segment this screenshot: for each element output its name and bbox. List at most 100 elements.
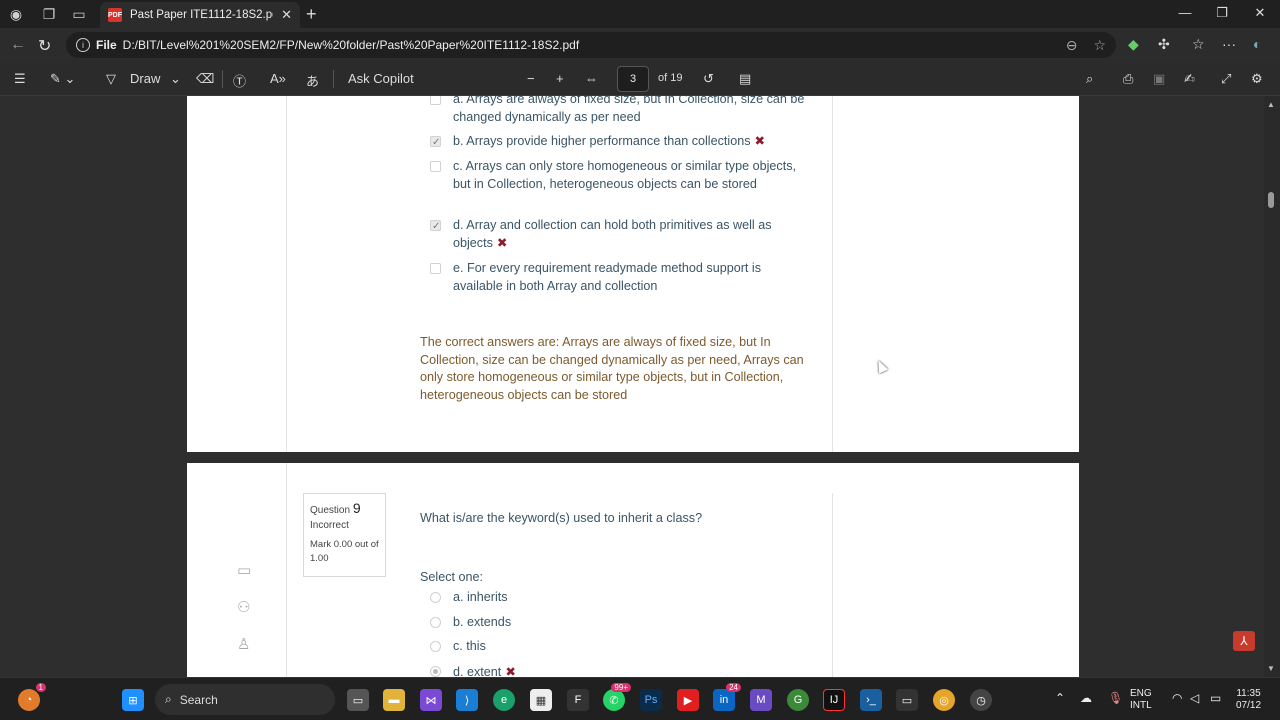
address-bar[interactable]: i File D:/BIT/Level%201%20SEM2/FP/New%20…: [66, 32, 1116, 58]
taskbar-search[interactable]: ⌕ Search: [155, 684, 335, 715]
scroll-thumb[interactable]: [1268, 192, 1274, 208]
checkbox[interactable]: [430, 161, 441, 172]
radio[interactable]: [430, 617, 441, 628]
page-number-input[interactable]: 3: [617, 66, 649, 92]
contents-icon[interactable]: ☰: [14, 71, 26, 87]
q9-option-c[interactable]: c. this: [430, 639, 486, 653]
copilot-icon[interactable]: ◐: [1253, 36, 1261, 52]
photoshop-icon[interactable]: Ps: [640, 689, 662, 711]
youtube-icon[interactable]: ▶: [677, 689, 699, 711]
maximize-button[interactable]: ❐: [1207, 5, 1237, 21]
wifi-icon[interactable]: ◠: [1172, 692, 1182, 704]
q8-option-a[interactable]: a. Arrays are always of fixed size, but …: [430, 96, 810, 126]
linkedin-icon[interactable]: in 24: [713, 683, 741, 711]
close-tab-icon[interactable]: ✕: [281, 7, 292, 23]
clock-app-icon[interactable]: ◷: [970, 689, 992, 711]
file-explorer-icon[interactable]: ▬: [383, 689, 405, 711]
checkbox[interactable]: [430, 134, 441, 152]
checkbox[interactable]: [430, 218, 441, 236]
search-icon[interactable]: ⌕: [1086, 71, 1093, 87]
scroll-up-arrow[interactable]: ▲: [1267, 100, 1275, 109]
profile-icon[interactable]: ◉: [5, 4, 27, 24]
info-icon[interactable]: i: [76, 38, 90, 52]
visual-studio-icon[interactable]: ⋈: [420, 689, 442, 711]
zoom-icon[interactable]: ⊖: [1066, 37, 1078, 54]
start-icon[interactable]: ⊞: [122, 689, 144, 711]
favorites-icon[interactable]: ☆: [1192, 36, 1205, 53]
vscode-icon[interactable]: ⟩: [456, 689, 478, 711]
workspaces-icon[interactable]: ❐: [38, 4, 60, 24]
save-as-icon[interactable]: ✍: [1184, 71, 1195, 87]
incorrect-icon: ✖: [496, 235, 508, 250]
read-aloud-icon[interactable]: A»: [270, 71, 286, 86]
acrobat-icon[interactable]: ⅄: [1233, 631, 1255, 651]
extension-icon[interactable]: ◆: [1128, 36, 1139, 53]
fit-page-icon[interactable]: ⇔: [585, 71, 598, 86]
clock[interactable]: 11:35 07/12: [1236, 688, 1261, 712]
new-tab-button[interactable]: +: [306, 4, 317, 25]
translate-icon[interactable]: あ: [306, 71, 319, 90]
pdf-viewer[interactable]: a. Arrays are always of fixed size, but …: [0, 96, 1280, 677]
q8-option-c[interactable]: c. Arrays can only store homogeneous or …: [430, 158, 810, 193]
copilot-widget-icon[interactable]: ◔ 1: [18, 683, 46, 711]
tab-active[interactable]: PDF Past Paper ITE1112-18S2.pdf ✕: [100, 2, 300, 28]
close-window-button[interactable]: ✕: [1245, 5, 1275, 21]
draw-icon[interactable]: ▽: [106, 71, 116, 87]
draw-dropdown-icon[interactable]: ⌄: [170, 71, 181, 87]
scroll-down-arrow[interactable]: ▼: [1267, 664, 1275, 673]
checkbox[interactable]: [430, 96, 441, 105]
vertical-scrollbar[interactable]: ▲ ▼: [1264, 96, 1280, 677]
whatsapp-icon[interactable]: ✆ 99+: [603, 683, 631, 711]
q9-option-a[interactable]: a. inherits: [430, 590, 508, 604]
eraser-icon[interactable]: ⌫: [196, 71, 214, 87]
save-icon[interactable]: ▣: [1153, 71, 1165, 87]
terminal-icon[interactable]: ▭: [896, 689, 918, 711]
extensions-icon[interactable]: ✣: [1158, 36, 1170, 53]
volume-icon[interactable]: ◁: [1190, 692, 1199, 704]
radio[interactable]: [430, 641, 441, 652]
language-indicator[interactable]: ENG INTL: [1130, 688, 1152, 712]
option-text: c. this: [453, 639, 486, 653]
q9-option-d[interactable]: d. extent ✖: [430, 664, 516, 677]
refresh-button[interactable]: ↻: [38, 36, 51, 56]
microphone-icon[interactable]: 🎙: [1108, 692, 1123, 704]
settings-icon[interactable]: ⚙: [1251, 71, 1263, 87]
draw-button[interactable]: Draw: [130, 71, 160, 86]
gmail-icon[interactable]: M: [750, 689, 772, 711]
add-text-icon[interactable]: Ⓣ: [233, 71, 246, 90]
powershell-icon[interactable]: ›_: [860, 689, 882, 711]
highlight-icon[interactable]: ✎ ⌄: [50, 71, 75, 87]
pdf-page-4: Question 9 Incorrect Mark 0.00 out of 1.…: [187, 463, 1079, 677]
q8-option-b[interactable]: b. Arrays provide higher performance tha…: [430, 133, 810, 152]
tab-actions-icon[interactable]: ▭: [68, 4, 90, 24]
cloud-icon[interactable]: ☁: [1080, 692, 1092, 704]
zoom-out-icon[interactable]: −: [527, 71, 535, 86]
fullscreen-icon[interactable]: ⤢: [1221, 71, 1231, 87]
q9-option-b[interactable]: b. extends: [430, 615, 511, 629]
tray-expand-icon[interactable]: ⌃: [1055, 692, 1065, 704]
q8-option-e[interactable]: e. For every requirement readymade metho…: [430, 260, 810, 295]
print-icon[interactable]: ⎙: [1123, 71, 1133, 87]
battery-icon[interactable]: ▭: [1210, 692, 1221, 704]
radio[interactable]: [430, 592, 441, 603]
zoom-in-icon[interactable]: +: [556, 71, 564, 86]
rotate-icon[interactable]: ↺: [703, 71, 714, 87]
q8-option-d[interactable]: d. Array and collection can hold both pr…: [430, 217, 810, 252]
favorite-star-icon[interactable]: ☆: [1093, 37, 1106, 54]
minimize-button[interactable]: —: [1170, 5, 1200, 20]
more-menu-icon[interactable]: ···: [1222, 36, 1236, 52]
calculator-icon[interactable]: ▦: [530, 689, 552, 711]
url-text[interactable]: D:/BIT/Level%201%20SEM2/FP/New%20folder/…: [123, 38, 1050, 52]
checkbox[interactable]: [430, 263, 441, 274]
intellij-icon[interactable]: IJ: [823, 689, 845, 711]
edge-icon[interactable]: e: [493, 689, 515, 711]
back-button[interactable]: ←: [10, 36, 26, 54]
app-f-icon[interactable]: F: [567, 689, 589, 711]
page-view-icon[interactable]: ▤: [739, 71, 751, 87]
pdf-icon: PDF: [108, 8, 122, 22]
radio[interactable]: [430, 666, 441, 677]
task-view-icon[interactable]: ▭: [347, 689, 369, 711]
ask-copilot-button[interactable]: Ask Copilot: [348, 71, 414, 86]
chrome-icon[interactable]: ◎: [933, 689, 955, 711]
chrome-profile-icon[interactable]: G: [787, 689, 809, 711]
